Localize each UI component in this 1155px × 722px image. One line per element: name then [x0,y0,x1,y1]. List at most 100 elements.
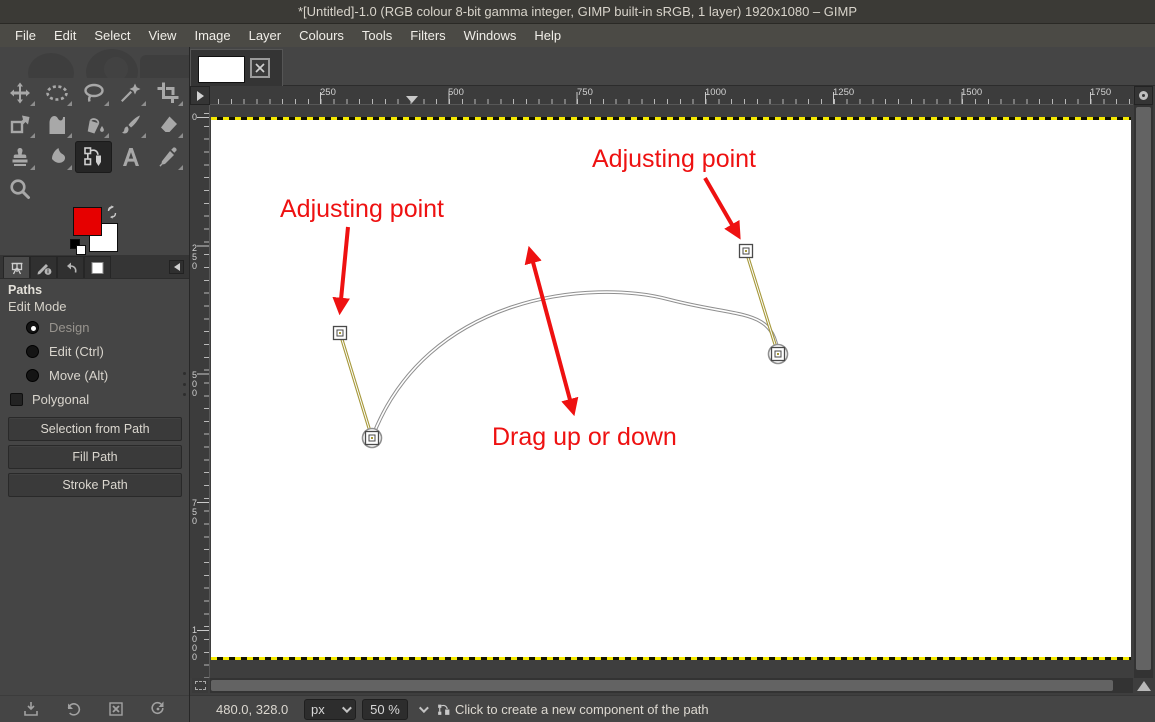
ruler-corner-menu-button[interactable] [190,86,210,105]
tool-ellipse-select[interactable] [38,77,75,109]
dock-menu-button[interactable] [169,260,184,274]
zoom-follow-window-button[interactable] [1134,86,1153,105]
window-title: *[Untitled]-1.0 (RGB colour 8-bit gamma … [298,4,857,19]
tool-smudge[interactable] [38,141,75,173]
navigate-image-button[interactable] [1134,678,1153,693]
annotation-text: Adjusting point [592,145,757,173]
foreground-color-swatch[interactable] [73,207,102,236]
default-white-swatch[interactable] [76,245,86,255]
path-action-buttons: Selection from Path Fill Path Stroke Path [8,417,182,497]
dock-tab-tool-options[interactable] [3,256,30,278]
tool-fuzzy-select[interactable] [112,77,149,109]
menu-item[interactable]: Windows [455,24,526,47]
eraser-icon [160,116,177,132]
menu-item[interactable]: Layer [240,24,291,47]
tool-warp-transform[interactable] [38,109,75,141]
save-preset-icon[interactable] [22,700,40,718]
path-anchor-right [767,343,789,365]
image-tab[interactable] [190,49,283,86]
tool-unified-transform[interactable] [1,109,38,141]
statusbar: 480.0, 328.0 px 50 % Click to create a n… [190,695,1155,722]
menu-item[interactable]: Edit [45,24,85,47]
tool-paths[interactable] [75,141,112,173]
tool-bucket-fill[interactable] [75,109,112,141]
magic-wand-icon [120,83,140,102]
lasso-icon [83,83,104,102]
tool-move[interactable] [1,77,38,109]
annotation-text: Adjusting point [280,195,445,223]
tool-zoom[interactable] [1,173,38,205]
ring-icon [1139,91,1148,100]
tool-crop[interactable] [149,77,186,109]
path-action-button[interactable]: Stroke Path [8,473,182,497]
eyedropper-icon [158,147,177,167]
chevron-down-icon [418,702,429,713]
dock-tab-undo-history[interactable] [57,256,84,278]
horizontal-ruler[interactable]: 250 500 750 1000 1250 1500 1750 [210,86,1133,105]
unit-select[interactable]: px [304,698,356,720]
warp-icon [49,116,65,134]
vertical-scrollbar[interactable] [1134,105,1153,678]
pen-info-icon [37,263,51,275]
swap-colors-icon[interactable] [105,205,119,219]
ruler-label: 1750 [1090,87,1112,98]
radio-design[interactable]: Design [26,320,182,335]
scrollbar-thumb[interactable] [211,680,1113,691]
color-swatch-icon [91,261,103,274]
wilber-logo-watermark [0,47,189,78]
ruler-label: 0 [192,112,198,122]
menu-item[interactable]: Colours [290,24,353,47]
tool-paintbrush[interactable] [112,109,149,141]
panel-resize-grip[interactable] [183,372,188,396]
radio-move[interactable]: Move (Alt) [26,368,182,383]
move-icon [9,82,30,104]
scrollbar-thumb[interactable] [1136,107,1151,670]
tool-eraser[interactable] [149,109,186,141]
status-message: Click to create a new component of the p… [455,701,709,717]
zoom-value: 50 % [370,701,400,717]
crop-icon [157,82,178,103]
horizontal-scrollbar[interactable] [210,678,1133,693]
reset-options-icon[interactable] [149,700,167,718]
magnifier-icon [9,179,30,199]
path-action-button[interactable]: Selection from Path [8,417,182,441]
polygonal-checkbox-row[interactable]: Polygonal [10,392,182,407]
canvas-viewport[interactable]: Adjusting point Adjusting point Drag up or… [210,105,1133,678]
path-action-button[interactable]: Fill Path [8,445,182,469]
restore-preset-icon[interactable] [64,700,82,718]
menu-item[interactable]: Image [185,24,239,47]
chevron-down-icon [341,702,352,713]
radio-label: Design [49,320,90,335]
checkbox-label: Polygonal [32,392,90,407]
tool-color-picker[interactable] [149,141,186,173]
menu-item[interactable]: View [140,24,186,47]
easel-icon [11,262,22,274]
menu-item[interactable]: Select [85,24,139,47]
arrow-right-adjusting [703,176,741,240]
quick-mask-toggle[interactable] [192,678,208,693]
tool-text[interactable] [112,141,149,173]
close-image-button[interactable] [250,58,270,78]
menu-item[interactable]: Tools [353,24,401,47]
ruler-label: 250 [320,87,336,98]
menu-arrow-icon [196,90,204,101]
menu-item[interactable]: Help [525,24,570,47]
vertical-ruler[interactable]: 0 250 500 750 1000 [190,105,210,678]
titlebar[interactable]: *[Untitled]-1.0 (RGB colour 8-bit gamma … [0,0,1155,24]
image-canvas[interactable]: Adjusting point Adjusting point Drag up or… [211,120,1131,657]
control-handle-right [738,243,754,259]
delete-preset-icon[interactable] [107,700,125,718]
clone-stamp-icon [12,148,27,166]
tool-free-select[interactable] [75,77,112,109]
dock-tab-device-status[interactable] [30,256,57,278]
zoom-entry[interactable]: 50 % [362,698,408,720]
zoom-dropdown-button[interactable] [408,699,430,720]
ruler-label: 1250 [833,87,855,98]
tool-clone[interactable] [1,141,38,173]
radio-circle [26,321,39,334]
ruler-label: 500 [448,87,464,98]
menu-item[interactable]: Filters [401,24,454,47]
menu-item[interactable]: File [6,24,45,47]
dock-tab-colours[interactable] [84,256,111,278]
radio-edit[interactable]: Edit (Ctrl) [26,344,182,359]
